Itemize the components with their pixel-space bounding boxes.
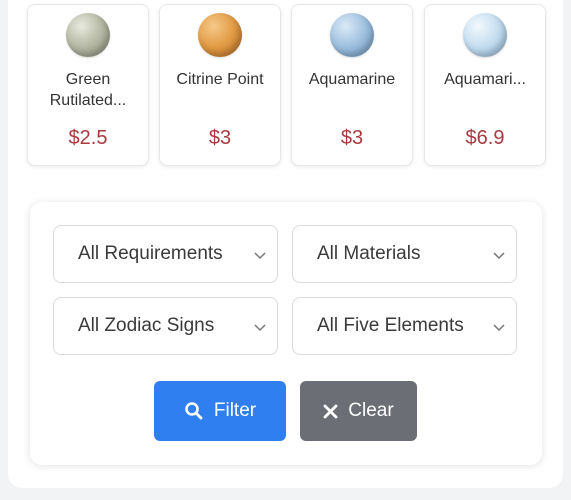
search-icon bbox=[185, 402, 203, 420]
product-price: $3 bbox=[208, 127, 232, 149]
clear-button-label: Clear bbox=[348, 400, 394, 421]
chevron-down-icon bbox=[493, 324, 505, 332]
zodiac-select-value: All Zodiac Signs bbox=[78, 315, 215, 336]
product-name: Green Rutilated... bbox=[49, 71, 127, 109]
clear-button[interactable]: Clear bbox=[300, 381, 417, 441]
product-price: $3 bbox=[340, 127, 364, 149]
product-image bbox=[66, 13, 110, 57]
materials-select[interactable]: All Materials bbox=[292, 225, 517, 283]
chevron-down-icon bbox=[254, 252, 266, 260]
filter-button-label: Filter bbox=[213, 400, 257, 421]
chevron-down-icon bbox=[254, 324, 266, 332]
close-icon bbox=[323, 404, 338, 418]
product-name: Aquamarine bbox=[308, 71, 396, 88]
materials-select-value: All Materials bbox=[317, 243, 421, 264]
filter-button[interactable]: Filter bbox=[154, 381, 286, 441]
product-card[interactable]: Green Rutilated... $2.5 bbox=[27, 4, 149, 166]
five-elements-select[interactable]: All Five Elements bbox=[292, 297, 517, 355]
product-price: $6.9 bbox=[465, 127, 505, 149]
product-image bbox=[198, 13, 242, 57]
product-card[interactable]: Citrine Point $3 bbox=[159, 4, 281, 166]
product-price: $2.5 bbox=[68, 127, 108, 149]
product-card[interactable]: Aquamarine $3 bbox=[291, 4, 413, 166]
chevron-down-icon bbox=[493, 252, 505, 260]
requirements-select-value: All Requirements bbox=[78, 243, 223, 264]
product-name: Aquamari... bbox=[444, 71, 526, 88]
product-image bbox=[330, 13, 374, 57]
product-image bbox=[463, 13, 507, 57]
product-name: Citrine Point bbox=[176, 71, 264, 88]
product-card[interactable]: Aquamari... $6.9 bbox=[424, 4, 546, 166]
zodiac-select[interactable]: All Zodiac Signs bbox=[53, 297, 278, 355]
five-elements-select-value: All Five Elements bbox=[317, 315, 464, 336]
requirements-select[interactable]: All Requirements bbox=[53, 225, 278, 283]
